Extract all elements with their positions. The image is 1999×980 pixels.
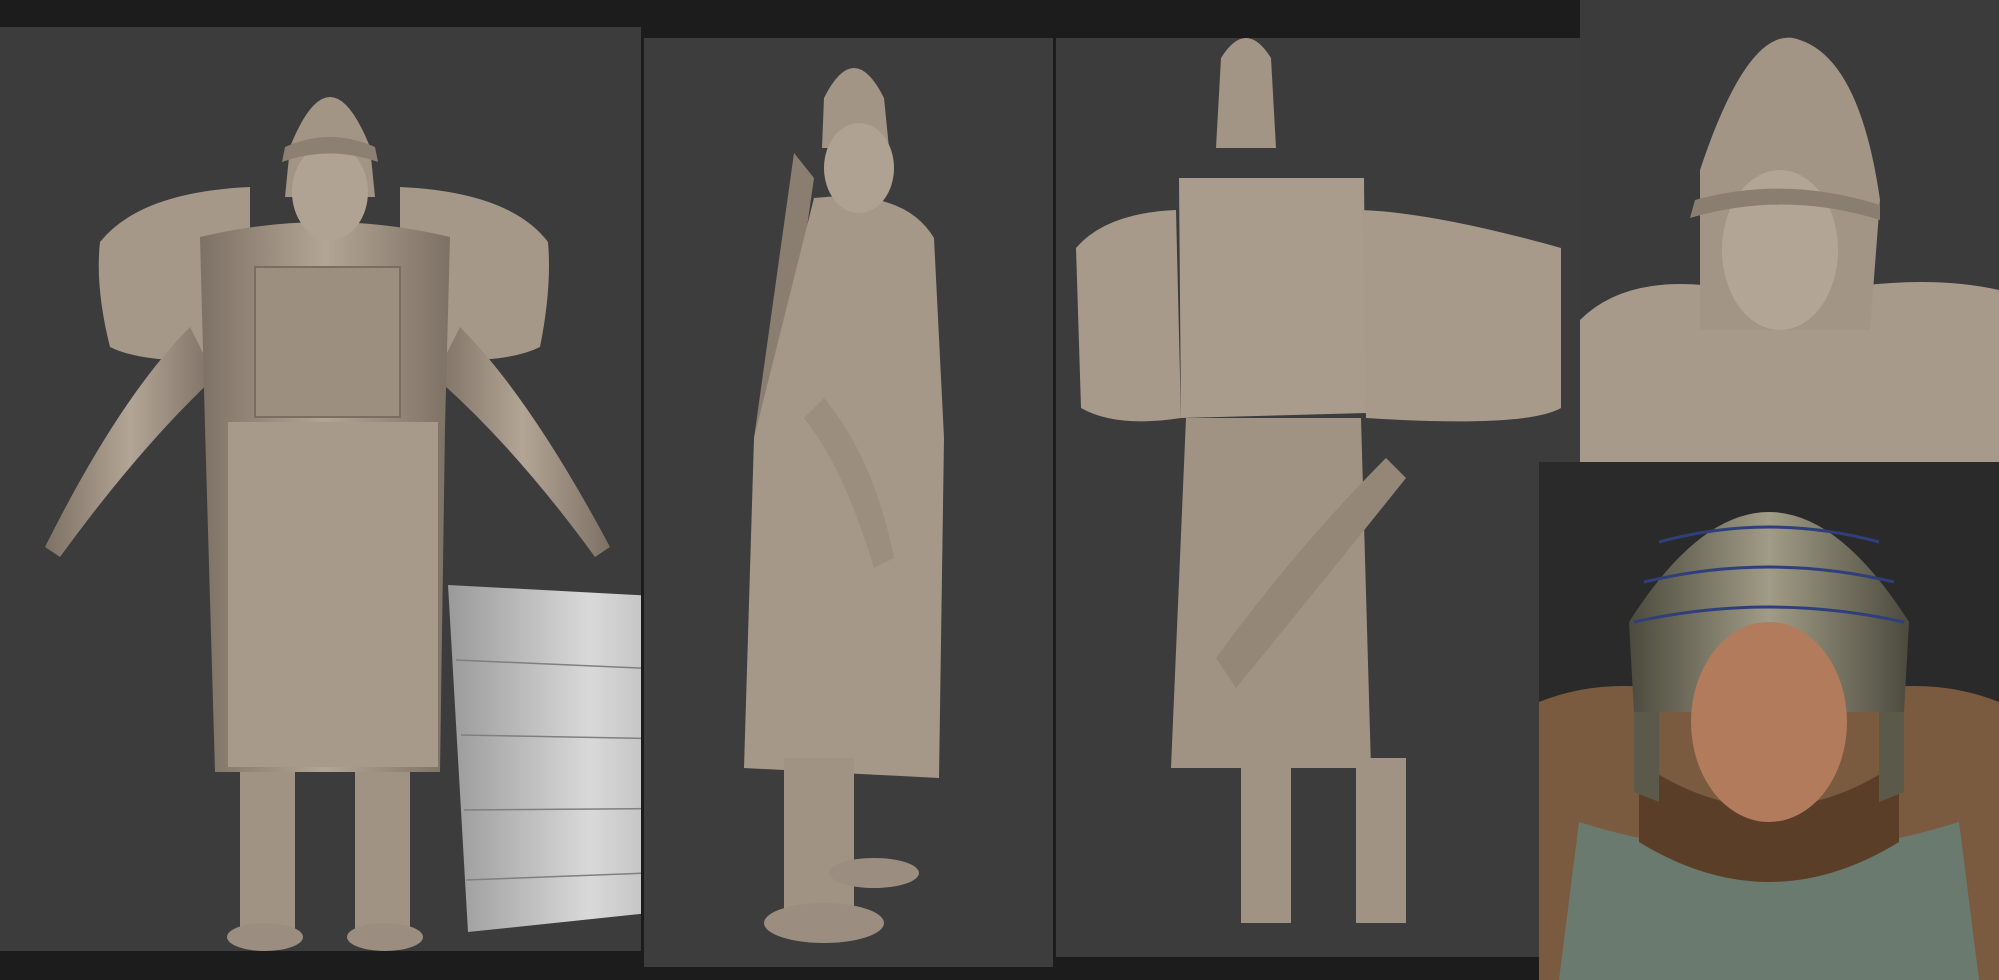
- side-view-panel: [644, 38, 1053, 967]
- render-closeup: [1539, 512, 1999, 980]
- head-sculpt: [1580, 37, 1999, 465]
- back-view-panel: [1056, 38, 1583, 957]
- render-panel: [1539, 462, 1999, 980]
- side-figure: [744, 68, 944, 943]
- top-strip: [0, 0, 1580, 27]
- head-sculpt-panel: [1580, 0, 1999, 465]
- front-view-panel: [0, 27, 641, 951]
- armor-plate-sheet: [448, 585, 641, 932]
- back-figure: [1076, 38, 1561, 923]
